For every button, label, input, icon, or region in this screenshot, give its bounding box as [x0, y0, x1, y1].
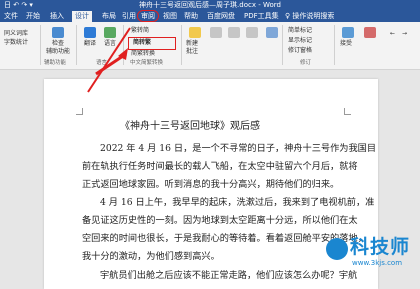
reject-icon — [364, 27, 376, 38]
ribbon-separator — [76, 25, 77, 65]
trad-to-simp-button[interactable]: 繁转简 — [131, 27, 149, 35]
group-label-chinese-conversion: 中文简繁转换 — [130, 60, 164, 66]
ribbon-separator — [282, 25, 283, 65]
ribbon-separator — [181, 25, 182, 65]
paragraph-line: 2022 年 4 月 16 日，是一个不寻常的日子，神舟十三号作为我国目 — [100, 143, 377, 154]
ribbon-separator — [123, 25, 124, 65]
word-count-button[interactable]: 字数统计 — [4, 39, 28, 47]
tab-review[interactable]: 审阅 — [137, 10, 159, 22]
language-button[interactable]: 语言 — [104, 40, 116, 48]
track-changes-icon — [266, 27, 278, 38]
paragraph-line: 空回来的时间也很长，于是我耐心的等待着。看着返回舱平安的落地， — [82, 233, 367, 244]
reviewing-pane-button[interactable]: 修订窗格 — [288, 47, 312, 55]
window-title: 神舟十三号返回观后感—周子琪.docx - Word — [139, 1, 281, 9]
paragraph-line: 宇航员们出舱之后应该不能正常走路，他们应该怎么办呢？宇航 — [100, 270, 358, 281]
simple-markup-dropdown[interactable]: 简单标记 — [288, 27, 312, 35]
comment-tool-icon — [228, 27, 240, 38]
new-comment-button[interactable]: 新建 批注 — [186, 40, 198, 56]
tab-help[interactable]: 帮助 — [184, 11, 198, 22]
paragraph-line: 备见证这历史性的一刻。因为地球到太空距离十分远，所以他们在太 — [82, 215, 358, 226]
ribbon-separator — [334, 25, 335, 65]
paragraph-line: 正式返回地球家园。听到消息的我十分高兴，期待他们的归来。 — [82, 179, 340, 190]
paragraph-line: 我十分的激动，为他们感到高兴。 — [82, 251, 220, 262]
show-markup-dropdown[interactable]: 显示标记 — [288, 37, 312, 45]
ribbon-tab-bar: 文件 开始 插入 设计 布局 引用 审阅 视图 帮助 百度网盘 PDF工具集 ♀… — [0, 10, 420, 22]
tab-design[interactable]: 设计 — [72, 11, 92, 22]
tab-references[interactable]: 引用 — [122, 11, 136, 22]
accept-button[interactable]: 接受 — [340, 40, 352, 48]
tab-view[interactable]: 视图 — [163, 11, 177, 22]
tab-file[interactable]: 文件 — [4, 11, 18, 22]
tab-insert[interactable]: 插入 — [50, 11, 64, 22]
margin-corner-mark — [76, 108, 83, 115]
translate-icon — [84, 27, 96, 38]
watermark-url: www.3kjs.com — [352, 259, 403, 267]
check-accessibility-button[interactable]: 检查 辅助功能 — [46, 40, 70, 56]
translate-button[interactable]: 翻译 — [84, 40, 96, 48]
thesaurus-button[interactable]: 同义词库 — [4, 30, 28, 38]
watermark-logo-icon — [326, 238, 348, 260]
comment-tool-icon — [246, 27, 258, 38]
tell-me-search[interactable]: ♀ 操作说明搜索 — [285, 11, 334, 22]
tab-home[interactable]: 开始 — [26, 11, 40, 22]
group-label-accessibility: 辅助功能 — [44, 60, 67, 66]
accessibility-check-icon — [52, 27, 64, 38]
title-bar: 日 ↶ ↷ ▾ 神舟十三号返回观后感—周子琪.docx - Word — [0, 0, 420, 11]
document-title: 《神舟十三号返回地球》观后感 — [120, 121, 260, 132]
next-change-button[interactable]: → — [402, 30, 407, 38]
language-icon — [104, 27, 116, 38]
group-label-language: 语言 — [96, 60, 108, 66]
tab-pdf-tools[interactable]: PDF工具集 — [244, 11, 279, 22]
tab-baidu-netdisk[interactable]: 百度网盘 — [207, 11, 235, 22]
ribbon-separator — [40, 25, 41, 65]
group-label-tracking: 修订 — [300, 60, 312, 66]
comment-tool-icon — [210, 27, 222, 38]
new-comment-icon — [189, 27, 201, 38]
accept-icon — [342, 27, 354, 38]
simp-to-trad-highlight-box — [128, 37, 176, 50]
tab-layout[interactable]: 布局 — [102, 11, 116, 22]
margin-corner-mark — [344, 108, 351, 115]
watermark-brand: 科技师 — [350, 236, 411, 258]
previous-change-button[interactable]: ← — [390, 30, 395, 38]
paragraph-line: 4 月 16 日上午，我早早的起床，洗漱过后，我来到了电视机前，准 — [100, 197, 375, 208]
chinese-conversion-button[interactable]: 简繁转换 — [131, 50, 155, 58]
paragraph-line: 前在轨执行任务时间最长的载人飞船，在太空中驻留六个月后，就将 — [82, 161, 358, 172]
